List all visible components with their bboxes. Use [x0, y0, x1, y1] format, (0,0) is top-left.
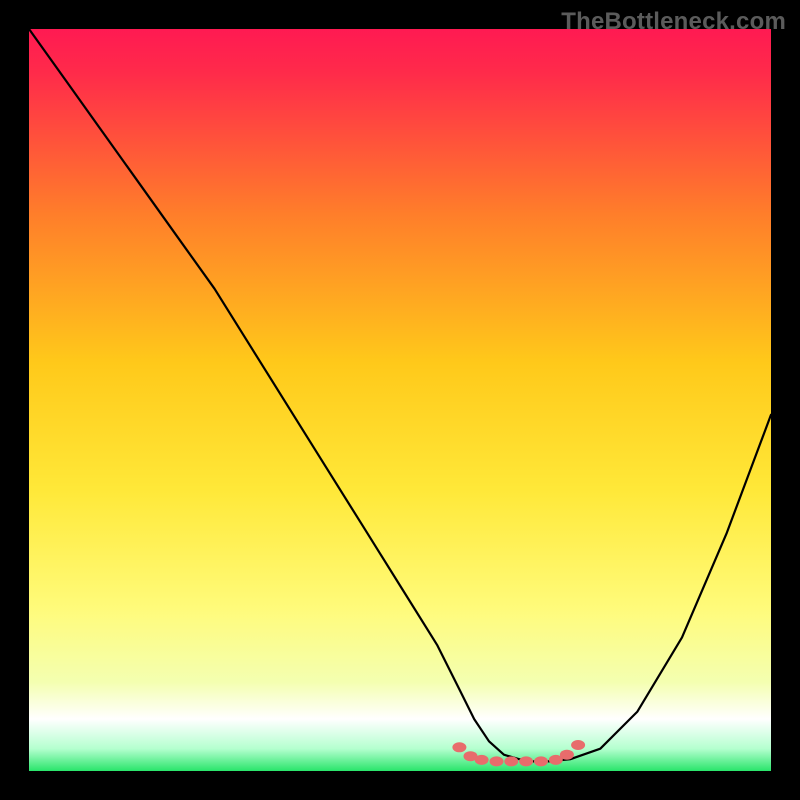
chart-svg — [29, 29, 771, 771]
curve-marker — [519, 756, 533, 766]
curve-marker — [560, 750, 574, 760]
curve-marker — [452, 742, 466, 752]
plot-area — [29, 29, 771, 771]
curve-marker — [475, 755, 489, 765]
curve-marker — [534, 756, 548, 766]
heatmap-background — [29, 29, 771, 771]
chart-frame: TheBottleneck.com — [0, 0, 800, 800]
curve-marker — [504, 756, 518, 766]
curve-marker — [490, 756, 504, 766]
curve-marker — [571, 740, 585, 750]
